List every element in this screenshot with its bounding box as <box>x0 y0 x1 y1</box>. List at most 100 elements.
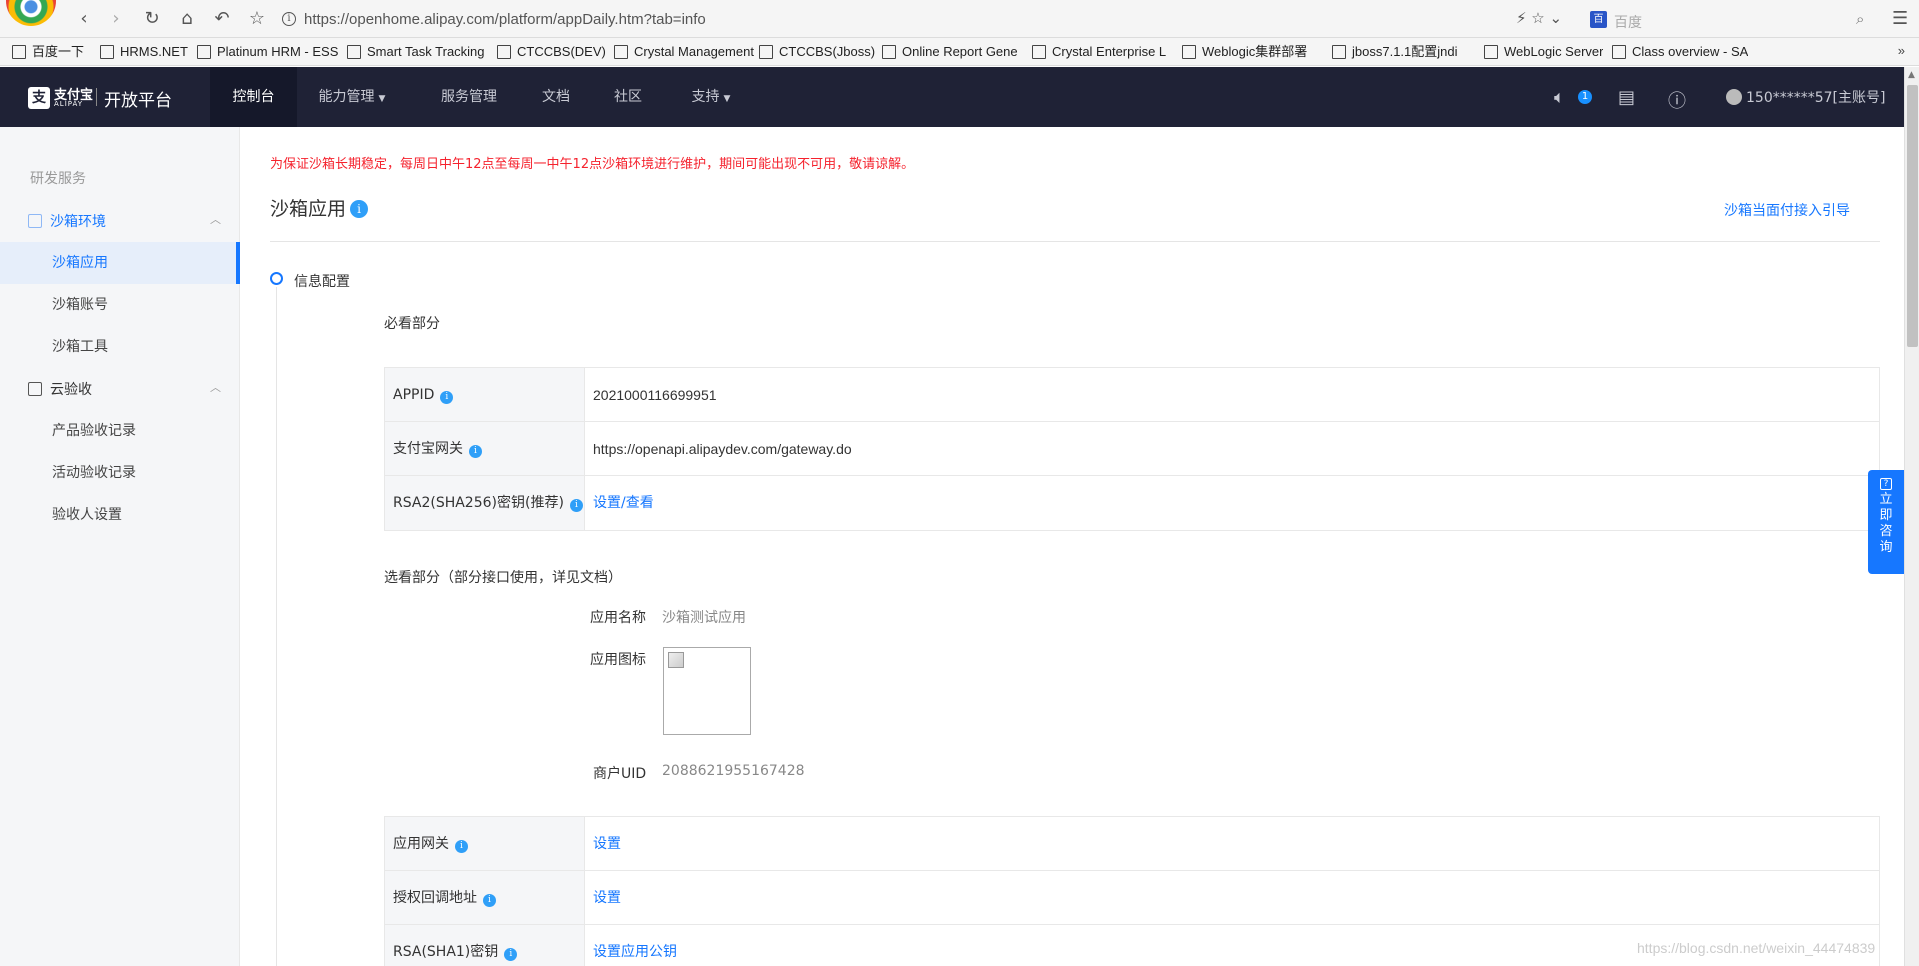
site-info-icon[interactable]: i <box>282 12 296 26</box>
sidebar-group-label: 沙箱环境 <box>50 214 106 230</box>
sidebar: 研发服务 沙箱环境 ︿ 沙箱应用 沙箱账号 沙箱工具 云验收 ︿ 产品验收记录 活动验收记录 验收… <box>0 127 240 966</box>
main-content: 为保证沙箱长期稳定，每周日中午12点至每周一中午12点沙箱环境进行维护，期间可能… <box>240 127 1904 966</box>
sidebar-item[interactable]: 沙箱账号 <box>0 284 240 326</box>
info-icon[interactable]: i <box>504 948 518 961</box>
nav-item-label: 控制台 <box>232 89 275 105</box>
table-row: 应用网关 i 设置 <box>385 817 1879 871</box>
account-menu[interactable]: 150******57[主账号] <box>1726 87 1885 107</box>
scroll-thumb[interactable] <box>1907 85 1918 347</box>
scroll-up-icon[interactable]: ▲ <box>1908 70 1915 80</box>
sidebar-item[interactable]: 验收人设置 <box>0 494 240 536</box>
search-icon[interactable]: ⌕ <box>1856 10 1864 28</box>
page-icon <box>759 45 773 59</box>
forward-icon[interactable]: › <box>104 8 128 30</box>
document-check-icon <box>28 382 42 396</box>
baidu-icon: 百 <box>1590 11 1607 28</box>
bookmark-item[interactable]: Smart Task Tracking <box>345 43 485 61</box>
brand-divider <box>96 88 97 106</box>
bookmarks-overflow-icon[interactable]: » <box>1898 43 1905 58</box>
search-box[interactable]: 百 百度 ⌕ <box>1586 8 1886 32</box>
info-icon[interactable]: i <box>483 894 496 907</box>
order-history-icon[interactable]: ▤ <box>1618 87 1635 108</box>
nav-item[interactable]: 控制台 <box>210 67 297 127</box>
page-icon <box>882 45 896 59</box>
notification-badge: 1 <box>1578 90 1592 104</box>
bookmark-label: Crystal Management <box>634 44 754 59</box>
sidebar-item[interactable]: 沙箱应用 <box>0 242 240 284</box>
consult-char: 即 <box>1879 508 1893 523</box>
watermark: https://blog.csdn.net/weixin_44474839 <box>1637 940 1876 956</box>
sidebar-group[interactable]: 沙箱环境 ︿ <box>28 211 221 231</box>
row-action-link[interactable]: 设置 <box>585 871 1879 924</box>
bookmark-item[interactable]: WebLogic Server <box>1482 43 1603 61</box>
info-icon[interactable]: i <box>440 391 454 404</box>
table-row: 支付宝网关 i https://openapi.alipaydev.com/gate… <box>385 422 1879 476</box>
info-icon[interactable]: i <box>350 200 369 218</box>
brand-alipay-sub: ALIPAY <box>54 100 84 108</box>
avatar <box>1726 89 1742 105</box>
home-icon[interactable]: ⌂ <box>175 8 199 30</box>
bookmark-item[interactable]: Class overview - SA <box>1610 43 1748 61</box>
nav-item[interactable]: 服务管理 <box>422 67 516 127</box>
bookmark-item[interactable]: CTCCBS(DEV) <box>495 43 606 61</box>
nav-item[interactable]: 社区 <box>598 67 658 127</box>
sidebar-group[interactable]: 云验收 ︿ <box>28 379 221 399</box>
page-icon <box>197 45 211 59</box>
info-icon[interactable]: i <box>469 445 482 458</box>
app-icon-image[interactable] <box>663 647 751 735</box>
back-icon[interactable]: ‹ <box>72 8 96 30</box>
page-icon <box>1484 45 1498 59</box>
undo-icon[interactable]: ↶ <box>210 8 234 30</box>
row-action-link[interactable]: 设置/查看 <box>585 476 1879 530</box>
bookmark-label: CTCCBS(Jboss) <box>779 44 876 59</box>
browser-menu-icon[interactable]: ☰ <box>1892 8 1908 29</box>
reload-icon[interactable]: ↻ <box>140 8 164 30</box>
sidebar-item[interactable]: 活动验收记录 <box>0 452 240 494</box>
address-actions[interactable]: ⚡ ☆ ⌄ <box>1516 9 1562 27</box>
consult-char: 咨 <box>1879 524 1893 539</box>
page-icon <box>1032 45 1046 59</box>
nav-item-label: 服务管理 <box>441 89 497 105</box>
info-icon[interactable]: i <box>569 499 583 512</box>
info-icon[interactable]: i <box>455 840 468 853</box>
page-icon <box>347 45 361 59</box>
scrollbar[interactable]: ▲ <box>1904 67 1919 966</box>
row-value: 2021000116699951 <box>593 387 717 403</box>
help-icon[interactable]: ⓘ <box>1668 87 1686 113</box>
broken-image-icon <box>668 652 684 668</box>
speaker-icon[interactable]: 🔈︎ <box>1554 87 1565 108</box>
bookmark-item[interactable]: CTCCBS(Jboss) <box>757 43 875 61</box>
bookmark-item[interactable]: jboss7.1.1配置jndi <box>1330 43 1458 61</box>
bookmark-label: Smart Task Tracking <box>367 44 485 59</box>
row-key: 授权回调地址 i <box>385 871 585 924</box>
bookmark-label: HRMS.NET <box>120 44 188 59</box>
bookmark-item[interactable]: Crystal Management <box>612 43 754 61</box>
address-bar[interactable]: i https://openhome.alipay.com/platform/a… <box>278 7 1578 33</box>
bookmark-item[interactable]: 百度一下 <box>10 43 84 61</box>
row-action-link[interactable]: 设置 <box>585 817 1879 870</box>
page-icon <box>12 45 26 59</box>
page-icon <box>1612 45 1626 59</box>
nav-item[interactable]: 能力管理 ▼ <box>297 67 407 127</box>
chevron-up-icon: ︿ <box>210 213 221 226</box>
row-key: 支付宝网关 i <box>385 422 585 475</box>
consult-char: 询 <box>1879 540 1893 555</box>
bookmark-item[interactable]: Crystal Enterprise L <box>1030 43 1166 61</box>
page-title-text: 沙箱应用 <box>270 198 347 220</box>
sidebar-item[interactable]: 沙箱工具 <box>0 326 240 368</box>
bookmark-item[interactable]: Platinum HRM - ESS <box>195 43 338 61</box>
search-engine-label: 百度 <box>1614 15 1642 31</box>
nav-item[interactable]: 文档 <box>526 67 586 127</box>
nav-item[interactable]: 支持 ▼ <box>668 67 754 127</box>
guide-link[interactable]: 沙箱当面付接入引导 <box>1724 200 1850 220</box>
bookmark-star-icon[interactable]: ☆ <box>245 8 269 30</box>
consult-button[interactable]: ? 立即咨询 <box>1868 470 1904 574</box>
url-text[interactable]: https://openhome.alipay.com/platform/app… <box>304 11 706 28</box>
bookmark-item[interactable]: HRMS.NET <box>98 43 188 61</box>
caret-down-icon: ▼ <box>723 94 731 104</box>
required-heading: 必看部分 <box>384 316 440 332</box>
divider <box>270 241 1880 242</box>
sidebar-item[interactable]: 产品验收记录 <box>0 410 240 452</box>
bookmark-item[interactable]: Online Report Gene <box>880 43 1018 61</box>
bookmark-item[interactable]: Weblogic集群部署 <box>1180 43 1307 61</box>
